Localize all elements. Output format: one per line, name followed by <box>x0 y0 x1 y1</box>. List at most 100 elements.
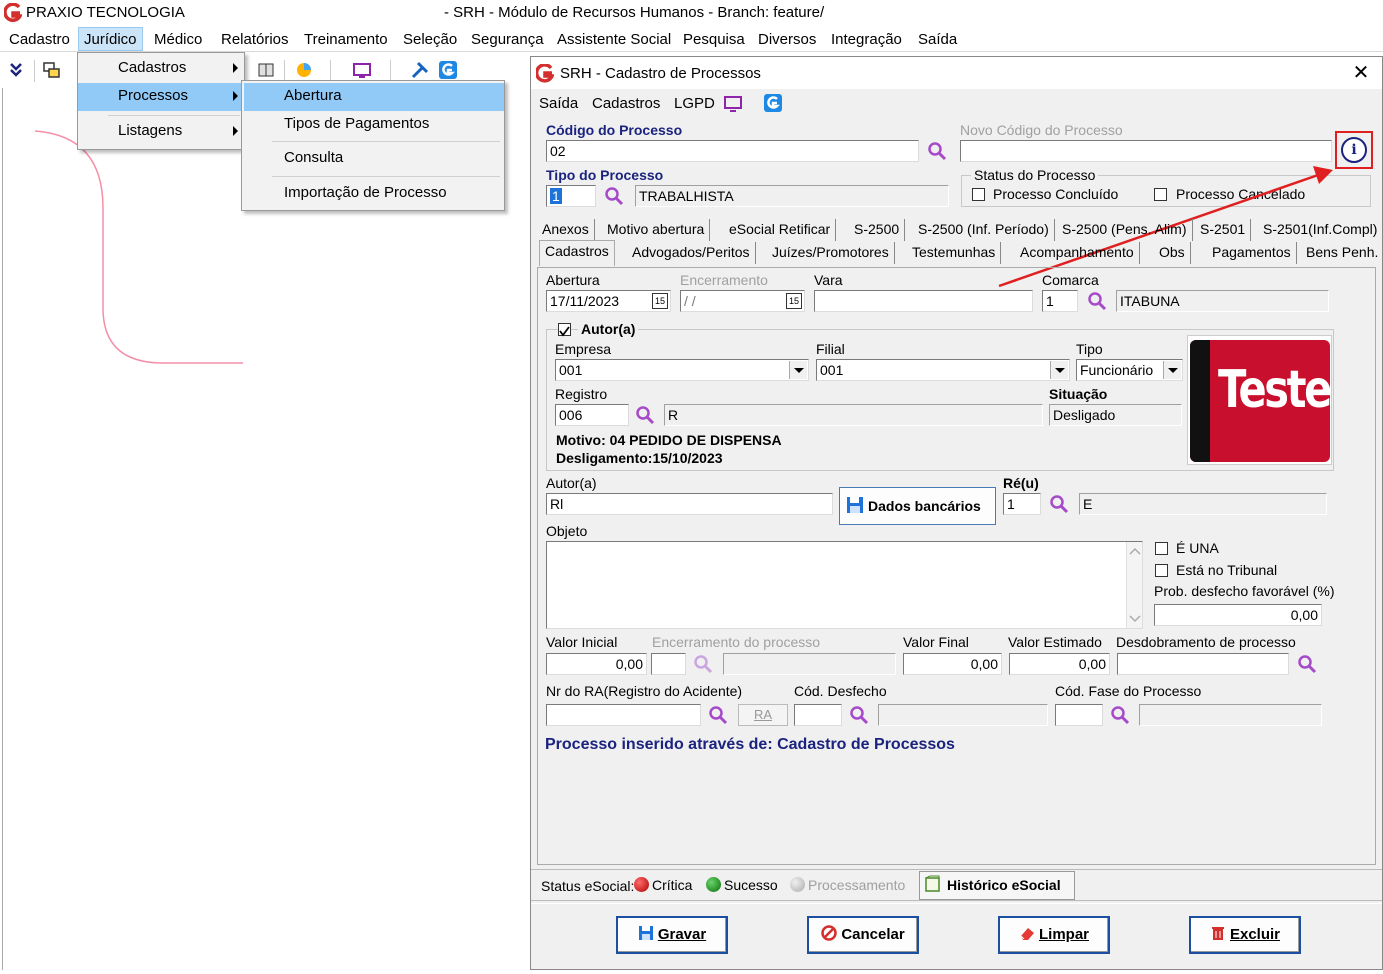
abertura-date-input[interactable]: 17/11/2023 15 <box>546 290 671 312</box>
tab-motivo-abertura[interactable]: Motivo abertura <box>602 219 711 241</box>
gravar-button[interactable]: Gravar <box>616 916 728 954</box>
search-icon[interactable] <box>1110 705 1130 725</box>
codigo-processo-input[interactable]: 02 <box>546 140 919 162</box>
e-una-checkbox[interactable] <box>1155 542 1168 555</box>
search-icon[interactable] <box>604 186 624 206</box>
tab-acompanhamento[interactable]: Acompanhamento <box>1015 242 1140 264</box>
limpar-button[interactable]: Limpar <box>998 916 1110 954</box>
objeto-textarea[interactable] <box>546 541 1143 629</box>
search-icon[interactable] <box>1297 654 1317 674</box>
chevron-down-icon[interactable] <box>789 361 807 379</box>
tab-anexos[interactable]: Anexos <box>537 219 595 241</box>
tab-s2501[interactable]: S-2501 <box>1195 219 1252 241</box>
tab-s2501-compl[interactable]: S-2501(Inf.Compl) <box>1258 219 1383 241</box>
submenu-item-importacao[interactable]: Importação de Processo <box>244 180 504 208</box>
objeto-scrollbar[interactable] <box>1126 542 1142 628</box>
dialog-menu-cadastros[interactable]: Cadastros <box>592 95 660 112</box>
submenu-item-consulta[interactable]: Consulta <box>244 145 504 173</box>
valor-estimado-input[interactable]: 0,00 <box>1009 653 1110 675</box>
calendar-icon[interactable]: 15 <box>786 293 802 309</box>
tab-esocial-retificar[interactable]: eSocial Retificar <box>724 219 837 241</box>
novo-codigo-input[interactable] <box>960 140 1332 162</box>
desdobramento-input[interactable] <box>1117 653 1289 675</box>
esta-tribunal-checkbox[interactable] <box>1155 564 1168 577</box>
menu-medico[interactable]: Médico <box>149 30 207 49</box>
vara-input[interactable] <box>814 290 1033 312</box>
search-icon[interactable] <box>849 705 869 725</box>
autor-group-checkbox[interactable] <box>558 323 571 337</box>
tab-pagamentos[interactable]: Pagamentos <box>1207 242 1297 264</box>
empresa-select[interactable]: 001 <box>555 359 809 381</box>
close-icon[interactable]: ✕ <box>1351 63 1371 83</box>
historico-esocial-button[interactable]: Histórico eSocial <box>919 871 1075 900</box>
dropdown-item-processos[interactable]: Processos <box>78 83 244 111</box>
search-icon[interactable] <box>927 141 947 161</box>
reu-code-input[interactable]: 1 <box>1003 493 1041 515</box>
tab-testemunhas[interactable]: Testemunhas <box>907 242 1002 264</box>
collapse-down-icon[interactable] <box>6 60 26 80</box>
submenu-item-tipos-pagamentos[interactable]: Tipos de Pagamentos <box>244 111 504 139</box>
dados-bancarios-button[interactable]: Dados bancários <box>839 487 996 525</box>
submenu-item-abertura[interactable]: Abertura <box>244 83 504 111</box>
calendar-icon[interactable]: 15 <box>652 293 668 309</box>
excluir-button[interactable]: Excluir <box>1189 916 1301 954</box>
menu-diversos[interactable]: Diversos <box>753 30 821 49</box>
tools-icon[interactable] <box>410 60 430 80</box>
book-icon[interactable] <box>256 60 276 80</box>
tab-bens-penh[interactable]: Bens Penh. <box>1301 242 1383 264</box>
praxio-blue-logo-icon[interactable] <box>438 60 458 80</box>
menu-saida[interactable]: Saída <box>913 30 962 49</box>
encerramento-date-input[interactable]: / / 15 <box>680 290 805 312</box>
search-icon[interactable] <box>1087 291 1107 311</box>
nr-ra-input[interactable] <box>546 704 701 726</box>
comarca-code-input[interactable]: 1 <box>1042 290 1078 312</box>
search-icon[interactable] <box>708 705 728 725</box>
windows-icon[interactable] <box>42 60 62 80</box>
dialog-menu-lgpd[interactable]: LGPD <box>674 95 715 112</box>
tab-obs[interactable]: Obs <box>1154 242 1191 264</box>
monitor-icon[interactable] <box>352 60 372 80</box>
menu-assistente-social[interactable]: Assistente Social <box>552 30 676 49</box>
tab-juizes-promotores[interactable]: Juízes/Promotores <box>767 242 895 264</box>
dropdown-item-cadastros[interactable]: Cadastros <box>78 55 244 83</box>
chevron-down-icon[interactable] <box>1163 361 1181 379</box>
monitor-icon[interactable] <box>723 94 743 114</box>
valor-inicial-input[interactable]: 0,00 <box>546 653 647 675</box>
tab-s2500-pens-alim[interactable]: S-2500 (Pens. Alim) <box>1057 219 1193 241</box>
dialog-menu-saida[interactable]: Saída <box>539 95 578 112</box>
search-icon[interactable] <box>635 405 655 425</box>
filial-select[interactable]: 001 <box>816 359 1070 381</box>
dropdown-item-listagens[interactable]: Listagens <box>78 118 244 146</box>
search-icon[interactable] <box>693 654 713 674</box>
menu-seguranca[interactable]: Segurança <box>466 30 549 49</box>
tab-advogados-peritos[interactable]: Advogados/Peritos <box>627 242 756 264</box>
valor-final-input[interactable]: 0,00 <box>903 653 1002 675</box>
search-icon[interactable] <box>1049 494 1069 514</box>
cod-fase-input[interactable] <box>1055 704 1103 726</box>
menu-integracao[interactable]: Integração <box>826 30 907 49</box>
praxio-blue-logo-icon[interactable] <box>763 93 783 113</box>
tipo-select[interactable]: Funcionário <box>1076 359 1183 381</box>
tipo-processo-code-input[interactable]: 1 <box>546 185 596 207</box>
menu-cadastro[interactable]: Cadastro <box>4 30 75 49</box>
ra-button[interactable]: RA <box>738 704 788 726</box>
cod-desfecho-input[interactable] <box>794 704 842 726</box>
menu-treinamento[interactable]: Treinamento <box>299 30 393 49</box>
chevron-down-icon[interactable] <box>1050 361 1068 379</box>
encerramento-processo-code[interactable] <box>651 653 686 675</box>
menu-juridico[interactable]: Jurídico <box>78 27 143 51</box>
tab-s2500[interactable]: S-2500 <box>849 219 906 241</box>
registro-input[interactable]: 006 <box>555 404 629 426</box>
scroll-down-icon[interactable] <box>1128 614 1142 624</box>
tab-cadastros[interactable]: Cadastros <box>539 240 615 266</box>
cancelar-button[interactable]: Cancelar <box>807 916 919 954</box>
tab-s2500-periodo[interactable]: S-2500 (Inf. Período) <box>913 219 1055 241</box>
info-icon[interactable]: i <box>1341 137 1367 163</box>
menu-selecao[interactable]: Seleção <box>398 30 462 49</box>
scroll-up-icon[interactable] <box>1128 546 1142 556</box>
autor-input[interactable]: Rl <box>546 493 833 515</box>
pie-chart-icon[interactable] <box>294 60 314 80</box>
processo-concluido-checkbox[interactable] <box>972 188 985 201</box>
menu-pesquisa[interactable]: Pesquisa <box>678 30 750 49</box>
menu-relatorios[interactable]: Relatórios <box>216 30 294 49</box>
